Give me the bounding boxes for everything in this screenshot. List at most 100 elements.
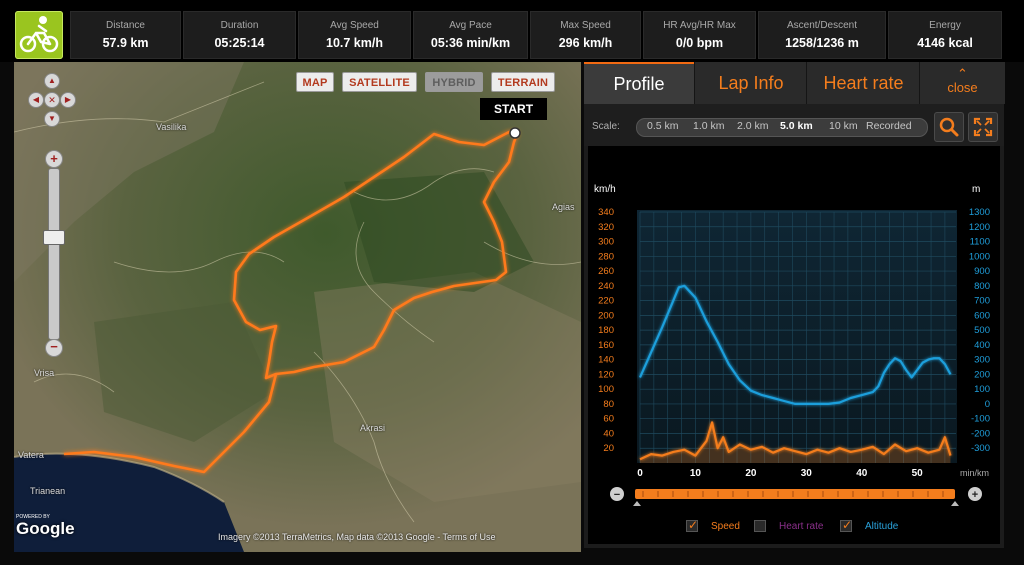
tab-lap-info[interactable]: Lap Info: [694, 62, 807, 104]
left-tick-label: 240: [598, 281, 614, 292]
stat-value: 05:25:14: [214, 36, 265, 50]
google-logo[interactable]: Google: [16, 519, 75, 539]
right-tick-label: 500: [974, 325, 990, 336]
right-tick-label: 700: [974, 296, 990, 307]
magnifier-icon: [939, 117, 959, 137]
scale-option[interactable]: 1.0 km: [693, 120, 725, 132]
map-type-satellite-button[interactable]: SATELLITE: [342, 72, 417, 92]
stat-label: Ascent/Descent: [786, 20, 858, 31]
pan-down-icon[interactable]: ▼: [44, 111, 60, 127]
left-tick-label: 280: [598, 251, 614, 262]
stat-label: HR Avg/HR Max: [663, 20, 736, 31]
scale-label: Scale:: [592, 121, 620, 132]
right-tick-label: 200: [974, 369, 990, 380]
speed-checkbox[interactable]: ✓: [686, 518, 699, 532]
right-tick-label: 1200: [969, 222, 990, 233]
x-tick-label: 50: [912, 468, 924, 479]
checkmark-icon: ✓: [842, 518, 853, 532]
scale-option[interactable]: Recorded: [866, 120, 912, 132]
start-marker: [509, 127, 521, 139]
checkmark-icon: ✓: [688, 518, 699, 532]
route-map[interactable]: ▲ ◀ ✕ ▶ ▼ + − MAP SATELLITE HYBRID TERRA…: [14, 62, 581, 552]
right-tick-label: 1300: [969, 207, 990, 218]
scale-selector: 0.5 km 1.0 km 2.0 km 5.0 km 10 km Record…: [636, 118, 928, 137]
cycling-activity-icon: [15, 11, 63, 59]
pan-right-icon[interactable]: ▶: [60, 92, 76, 108]
place-label: Akrasi: [360, 423, 386, 433]
scale-option-selected[interactable]: 5.0 km: [780, 120, 813, 132]
stat-value: 05:36 min/km: [430, 36, 511, 50]
stats-bar: Distance 57.9 km Duration 05:25:14 Avg S…: [0, 0, 1024, 62]
stat-value: 1258/1236 m: [785, 36, 859, 50]
x-tick-label: 40: [856, 468, 868, 479]
stat-label: Distance: [106, 20, 145, 31]
left-tick-label: 80: [603, 399, 614, 410]
profile-chart-area: 20 40 60 80 100 120 140 160 180 200 220 240 260 280 30…: [588, 146, 1000, 544]
right-tick-label: 400: [974, 340, 990, 351]
stat-label: Avg Pace: [449, 20, 492, 31]
close-button[interactable]: ⌃ close: [919, 62, 1005, 104]
heart-rate-checkbox[interactable]: [754, 520, 766, 532]
left-tick-label: 120: [598, 369, 614, 380]
timeline-start-handle[interactable]: [633, 501, 641, 506]
left-tick-label: 320: [598, 222, 614, 233]
pan-left-icon[interactable]: ◀: [28, 92, 44, 108]
tab-profile[interactable]: Profile: [584, 62, 694, 104]
stat-label: Avg Speed: [330, 20, 379, 31]
stat-energy: Energy 4146 kcal: [888, 11, 1002, 59]
right-tick-label: 900: [974, 266, 990, 277]
stat-value: 4146 kcal: [917, 36, 973, 50]
zoom-slider-track[interactable]: [48, 168, 60, 340]
altitude-checkbox[interactable]: ✓: [840, 518, 853, 532]
left-tick-label: 340: [598, 207, 614, 218]
left-tick-label: 140: [598, 355, 614, 366]
left-tick-label: 260: [598, 266, 614, 277]
map-type-terrain-button[interactable]: TERRAIN: [491, 72, 555, 92]
right-axis-label: m: [972, 184, 980, 195]
map-credit[interactable]: Imagery ©2013 TerraMetrics, Map data ©20…: [218, 532, 496, 542]
zoom-chart-button[interactable]: [934, 112, 964, 142]
left-tick-label: 220: [598, 296, 614, 307]
timeline-range-bar[interactable]: [635, 489, 955, 499]
right-tick-label: 800: [974, 281, 990, 292]
pan-control: ▲ ◀ ✕ ▶ ▼: [26, 70, 78, 130]
timeline-end-handle[interactable]: [951, 501, 959, 506]
profile-panel: Profile Lap Info Heart rate ⌃ close Scal…: [584, 62, 1005, 548]
stat-value: 10.7 km/h: [326, 36, 383, 50]
right-tick-label: -200: [971, 428, 990, 439]
tab-heart-rate[interactable]: Heart rate: [806, 62, 920, 104]
stat-distance: Distance 57.9 km: [70, 11, 181, 59]
stat-max-speed: Max Speed 296 km/h: [530, 11, 641, 59]
map-type-hybrid-button[interactable]: HYBRID: [425, 72, 483, 92]
scale-option[interactable]: 0.5 km: [647, 120, 679, 132]
stat-label: Max Speed: [560, 20, 611, 31]
scale-option[interactable]: 2.0 km: [737, 120, 769, 132]
profile-chart[interactable]: 2040608010012014016018020022024026028030…: [588, 146, 1000, 544]
zoom-in-button[interactable]: +: [45, 150, 63, 168]
right-tick-label: 600: [974, 310, 990, 321]
start-label: START: [480, 98, 547, 120]
stat-label: Energy: [929, 20, 961, 31]
fullscreen-button[interactable]: [968, 112, 998, 142]
stat-value: 296 km/h: [558, 36, 613, 50]
close-label: close: [947, 80, 978, 95]
stat-duration: Duration 05:25:14: [183, 11, 296, 59]
zoom-out-button[interactable]: −: [45, 339, 63, 357]
stat-value: 0/0 bpm: [675, 36, 724, 50]
x-tick-label: 30: [801, 468, 813, 479]
scale-option[interactable]: 10 km: [829, 120, 858, 132]
right-tick-label: 1000: [969, 251, 990, 262]
left-axis-label: km/h: [594, 184, 616, 195]
legend-speed: Speed: [711, 521, 740, 532]
left-tick-label: 100: [598, 384, 614, 395]
left-tick-label: 200: [598, 310, 614, 321]
zoom-slider-handle[interactable]: [43, 230, 65, 245]
x-tick-label: 0: [637, 468, 643, 479]
place-label: Agias: [552, 202, 575, 212]
map-type-map-button[interactable]: MAP: [296, 72, 334, 92]
minus-icon: −: [614, 489, 620, 501]
place-label: Vatera: [18, 450, 44, 460]
pan-up-icon[interactable]: ▲: [44, 73, 60, 89]
pan-center-icon[interactable]: ✕: [44, 92, 60, 108]
legend-altitude: Altitude: [865, 521, 899, 532]
